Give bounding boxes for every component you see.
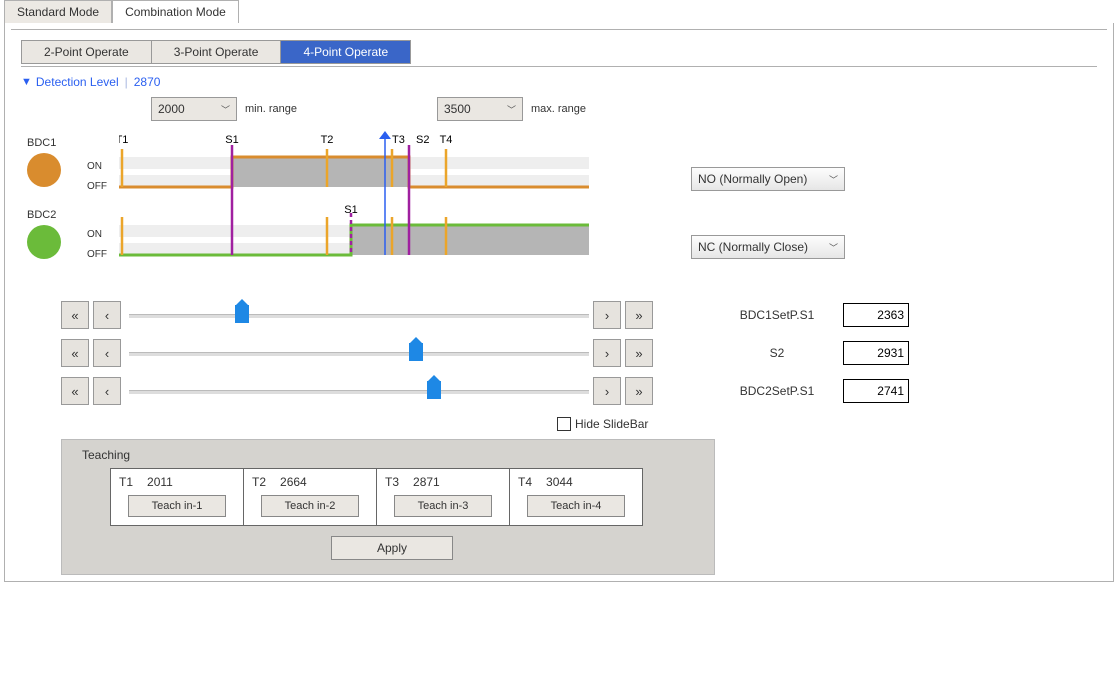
- svg-text:S1: S1: [344, 204, 357, 216]
- max-range-value: 3500: [444, 102, 471, 116]
- slider1-thumb[interactable]: [235, 305, 249, 323]
- teach-in-1-button[interactable]: Teach in-1: [128, 495, 226, 517]
- slider3-fast-left[interactable]: «: [61, 377, 89, 405]
- bdc2-mode-value: NC (Normally Close): [698, 240, 808, 254]
- teaching-title: Teaching: [82, 448, 702, 462]
- chevron-down-icon: ﹀: [507, 103, 516, 116]
- bdc1-title: BDC1: [27, 137, 61, 149]
- slider1-fast-left[interactable]: «: [61, 301, 89, 329]
- min-range-select[interactable]: 2000 ﹀: [151, 97, 237, 121]
- teach2-t: T2: [252, 475, 266, 489]
- max-range-label: max. range: [531, 103, 586, 115]
- slider1-value-input[interactable]: [843, 303, 909, 327]
- svg-text:T3: T3: [392, 134, 405, 146]
- bdc1-off-label: OFF: [87, 181, 107, 192]
- slider1-label: BDC1SetP.S1: [717, 308, 837, 322]
- bdc1-on-label: ON: [87, 161, 102, 172]
- tab-3point[interactable]: 3-Point Operate: [152, 40, 282, 64]
- slider1-track[interactable]: [129, 305, 589, 325]
- teach-in-2-button[interactable]: Teach in-2: [261, 495, 359, 517]
- slider2-step-right[interactable]: ›: [593, 339, 621, 367]
- chevron-down-icon: ﹀: [829, 241, 838, 254]
- slider3-thumb[interactable]: [427, 381, 441, 399]
- teach4-v: 3044: [546, 475, 573, 489]
- svg-text:S2: S2: [416, 134, 429, 146]
- teach-cell-2: T2 2664 Teach in-2: [244, 468, 377, 526]
- teach4-t: T4: [518, 475, 532, 489]
- slider2-fast-right[interactable]: »: [625, 339, 653, 367]
- slider3-step-left[interactable]: ‹: [93, 377, 121, 405]
- svg-text:T2: T2: [321, 134, 334, 146]
- hide-slidebar-checkbox[interactable]: [557, 417, 571, 431]
- detection-level-value: 2870: [134, 75, 161, 89]
- teach3-v: 2871: [413, 475, 440, 489]
- timing-diagram: T1 S1 T2 T3 S2 T4 S1: [119, 131, 589, 281]
- detection-level-label: Detection Level: [36, 75, 119, 89]
- slider3-label: BDC2SetP.S1: [717, 384, 837, 398]
- svg-text:S1: S1: [225, 134, 238, 146]
- slider2-fast-left[interactable]: «: [61, 339, 89, 367]
- teach3-t: T3: [385, 475, 399, 489]
- slider2-value-input[interactable]: [843, 341, 909, 365]
- chevron-down-icon: ﹀: [829, 173, 838, 186]
- min-range-value: 2000: [158, 102, 185, 116]
- slider2-label: S2: [717, 346, 837, 360]
- detection-level-row: ▼ Detection Level | 2870: [21, 75, 1097, 89]
- bdc1-indicator: [27, 153, 61, 187]
- bdc1-mode-select[interactable]: NO (Normally Open) ﹀: [691, 167, 845, 191]
- slider3-track[interactable]: [129, 381, 589, 401]
- bdc2-indicator: [27, 225, 61, 259]
- max-range-select[interactable]: 3500 ﹀: [437, 97, 523, 121]
- bdc2-title: BDC2: [27, 209, 61, 221]
- teach2-v: 2664: [280, 475, 307, 489]
- slider3-step-right[interactable]: ›: [593, 377, 621, 405]
- teaching-panel: Teaching T1 2011 Teach in-1 T2 2664 Teach …: [61, 439, 715, 575]
- slider3-fast-right[interactable]: »: [625, 377, 653, 405]
- tab-combination-mode[interactable]: Combination Mode: [112, 0, 239, 23]
- teach1-t: T1: [119, 475, 133, 489]
- slider1-step-left[interactable]: ‹: [93, 301, 121, 329]
- svg-text:T1: T1: [119, 134, 128, 146]
- slider2-step-left[interactable]: ‹: [93, 339, 121, 367]
- svg-text:T4: T4: [440, 134, 453, 146]
- tab-standard-mode[interactable]: Standard Mode: [4, 0, 112, 23]
- bdc2-mode-select[interactable]: NC (Normally Close) ﹀: [691, 235, 845, 259]
- teach-in-4-button[interactable]: Teach in-4: [527, 495, 625, 517]
- apply-button[interactable]: Apply: [331, 536, 453, 560]
- slider1-fast-right[interactable]: »: [625, 301, 653, 329]
- teach-in-3-button[interactable]: Teach in-3: [394, 495, 492, 517]
- slider2-thumb[interactable]: [409, 343, 423, 361]
- bdc2-on-label: ON: [87, 229, 102, 240]
- min-range-label: min. range: [245, 103, 297, 115]
- teach-cell-4: T4 3044 Teach in-4: [510, 468, 643, 526]
- teach1-v: 2011: [147, 475, 173, 489]
- slider2-track[interactable]: [129, 343, 589, 363]
- chevron-down-icon: ﹀: [221, 103, 230, 116]
- tab-4point[interactable]: 4-Point Operate: [281, 40, 411, 64]
- triangle-down-icon: ▼: [21, 76, 32, 88]
- tab-2point[interactable]: 2-Point Operate: [21, 40, 152, 64]
- bdc2-off-label: OFF: [87, 249, 107, 260]
- slider3-value-input[interactable]: [843, 379, 909, 403]
- hide-slidebar-label: Hide SlideBar: [575, 417, 648, 431]
- bdc1-mode-value: NO (Normally Open): [698, 172, 807, 186]
- teach-cell-1: T1 2011 Teach in-1: [110, 468, 244, 526]
- teach-cell-3: T3 2871 Teach in-3: [377, 468, 510, 526]
- separator: |: [125, 75, 128, 89]
- slider1-step-right[interactable]: ›: [593, 301, 621, 329]
